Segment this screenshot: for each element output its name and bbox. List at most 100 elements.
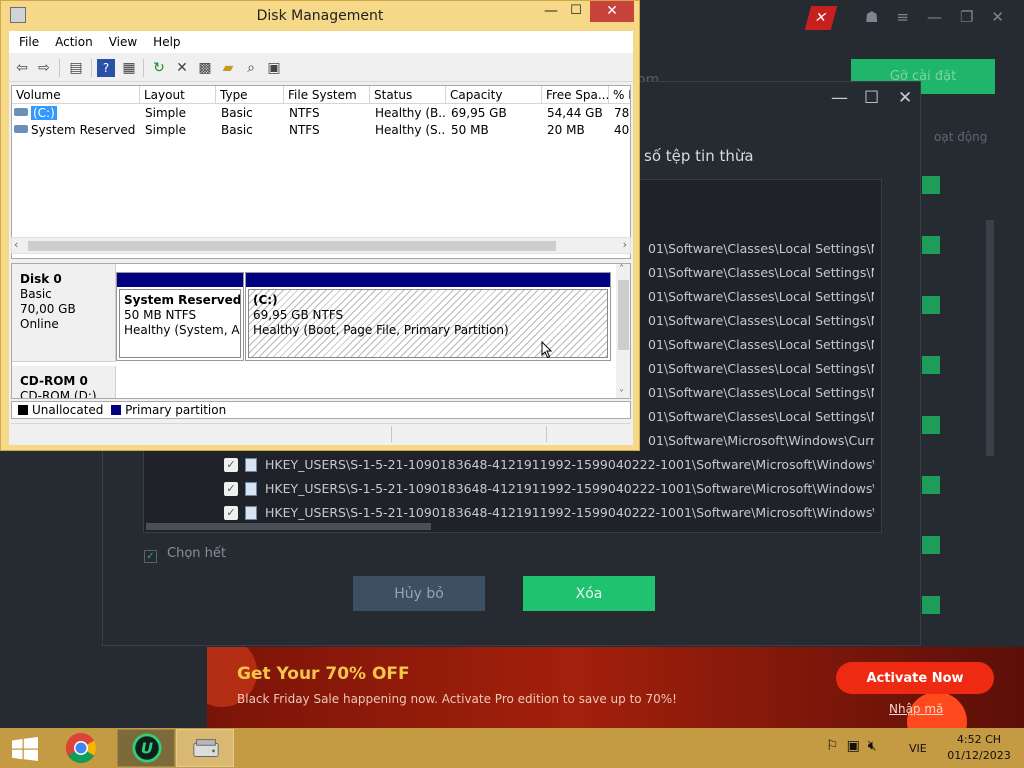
window-client-area: File Action View Help ⇦ ⇨ ▤ ? ▦ ↻ ✕ ▩ ▰ …: [9, 31, 633, 445]
list-horizontal-scrollbar[interactable]: [146, 523, 431, 530]
clock[interactable]: 4:52 CH 01/12/2023: [944, 732, 1014, 764]
disk-management-window: Disk Management — ☐ ✕ File Action View H…: [0, 0, 640, 451]
dialog-minimize-icon[interactable]: —: [831, 88, 848, 108]
status-cell: Healthy (B...: [375, 106, 445, 120]
restore-icon[interactable]: ❐: [960, 8, 973, 26]
column-header-type[interactable]: Type: [216, 86, 284, 104]
open-folder-icon[interactable]: ▰: [219, 59, 237, 77]
minimize-icon[interactable]: —: [927, 8, 942, 26]
partition-system-reserved[interactable]: System Reserved 50 MB NTFS Healthy (Syst…: [116, 272, 244, 361]
column-header-volume[interactable]: Volume: [12, 86, 140, 104]
properties-icon[interactable]: ▦: [120, 59, 138, 77]
volume-list-horizontal-scrollbar[interactable]: ‹ ›: [11, 237, 631, 254]
partition-name: (C:): [253, 293, 278, 307]
close-icon[interactable]: ✕: [991, 8, 1004, 26]
back-arrow-icon[interactable]: ⇦: [13, 59, 31, 77]
column-header-free-space[interactable]: Free Spa...: [542, 86, 609, 104]
clock-date: 01/12/2023: [947, 749, 1011, 762]
scroll-left-icon[interactable]: ‹: [14, 238, 18, 251]
background-side-column: oạt động: [912, 90, 1024, 650]
toolbar: ⇦ ⇨ ▤ ? ▦ ↻ ✕ ▩ ▰ ⌕ ▣: [9, 54, 633, 82]
menu-view[interactable]: View: [101, 31, 145, 53]
delete-icon[interactable]: ✕: [173, 59, 191, 77]
partition-c-drive[interactable]: (C:) 69,95 GB NTFS Healthy (Boot, Page F…: [245, 272, 611, 361]
partition-size: 50 MB NTFS: [124, 308, 197, 322]
partition-type-bar: [117, 273, 243, 287]
background-scrollbar[interactable]: [986, 220, 994, 456]
column-header-layout[interactable]: Layout: [140, 86, 216, 104]
disk-0-type: Basic: [20, 287, 52, 301]
status-cell: Healthy (S...: [375, 123, 445, 137]
toolbar-separator: [143, 59, 144, 77]
iobit-taskbar-button[interactable]: U: [117, 729, 175, 767]
partition-size: 69,95 GB NTFS: [253, 308, 344, 322]
menu-file[interactable]: File: [11, 31, 47, 53]
export-icon[interactable]: ▩: [196, 59, 214, 77]
disk-management-icon: [193, 739, 219, 757]
dialog-close-icon[interactable]: ✕: [898, 88, 912, 108]
network-icon[interactable]: ▣: [847, 738, 860, 754]
disk-graphical-view: Disk 0 Basic 70,00 GB Online System Rese…: [11, 263, 631, 399]
settings-icon[interactable]: ▣: [265, 59, 283, 77]
activate-now-button[interactable]: Activate Now: [836, 662, 994, 694]
registry-file-icon: [245, 506, 257, 520]
scroll-down-icon[interactable]: ˅: [619, 389, 624, 398]
search-icon[interactable]: ⌕: [242, 59, 260, 77]
item-checkbox[interactable]: ✓: [224, 458, 238, 472]
select-all-checkbox[interactable]: ✓ Chọn hết: [144, 546, 226, 563]
close-button[interactable]: ✕: [590, 1, 634, 22]
scroll-right-icon[interactable]: ›: [623, 238, 627, 251]
enter-code-link[interactable]: Nhập mã: [889, 702, 943, 716]
scroll-up-icon[interactable]: ˄: [619, 264, 624, 275]
start-icon[interactable]: [12, 737, 38, 761]
list-item[interactable]: ✓ HKEY_USERS\S-1-5-21-1090183648-4121911…: [144, 477, 874, 501]
menu-action[interactable]: Action: [47, 31, 101, 53]
type-cell: Basic: [221, 123, 253, 137]
disk-0-info[interactable]: Disk 0 Basic 70,00 GB Online: [12, 264, 116, 362]
chrome-taskbar-button[interactable]: [52, 729, 110, 767]
scrollbar-thumb[interactable]: [28, 241, 556, 251]
forward-arrow-icon[interactable]: ⇨: [35, 59, 53, 77]
column-header-capacity[interactable]: Capacity: [446, 86, 542, 104]
filesystem-cell: NTFS: [289, 106, 320, 120]
action-center-flag-icon[interactable]: ⚐: [826, 738, 839, 754]
column-header-percent-free[interactable]: % F: [609, 86, 630, 104]
volume-name: (C:): [31, 106, 57, 120]
column-header-status[interactable]: Status: [370, 86, 446, 104]
minimize-button[interactable]: —: [538, 3, 564, 23]
help-icon[interactable]: ?: [97, 59, 115, 77]
volume-muted-icon[interactable]: 🔇︎: [868, 738, 877, 754]
refresh-icon[interactable]: ↻: [150, 59, 168, 77]
skin-icon[interactable]: ☗: [865, 8, 878, 26]
maximize-button[interactable]: ☐: [564, 3, 588, 23]
graphical-view-vertical-scrollbar[interactable]: ˄ ˅: [616, 264, 630, 398]
scrollbar-thumb[interactable]: [618, 280, 629, 350]
item-checkbox[interactable]: ✓: [224, 482, 238, 496]
delete-button[interactable]: Xóa: [523, 576, 655, 611]
item-checkbox[interactable]: ✓: [224, 506, 238, 520]
column-header-filesystem[interactable]: File System: [284, 86, 370, 104]
disk-management-taskbar-button[interactable]: [176, 729, 234, 767]
status-square-icon: [922, 236, 940, 254]
input-language-indicator[interactable]: VIE: [909, 742, 927, 755]
console-tree-icon[interactable]: ▤: [67, 59, 85, 77]
volume-icon: [14, 125, 28, 133]
taskbar: U ⚐ ▣ 🔇︎ VIE 4:52 CH 01/12/2023: [0, 728, 1024, 768]
cdrom-0-info[interactable]: CD-ROM 0 CD-ROM (D:): [12, 366, 116, 399]
menu-icon[interactable]: ≡: [896, 8, 909, 26]
status-square-icon: [922, 596, 940, 614]
primary-partition-swatch: [111, 405, 122, 415]
partition-status: Healthy (System, Acti: [124, 323, 240, 337]
cdrom-drive: CD-ROM (D:): [20, 389, 97, 399]
activity-label: oạt động: [934, 130, 988, 144]
dialog-maximize-icon[interactable]: ☐: [864, 88, 879, 108]
registry-file-icon: [245, 458, 257, 472]
list-item[interactable]: ✓ HKEY_USERS\S-1-5-21-1090183648-4121911…: [144, 453, 874, 477]
type-cell: Basic: [221, 106, 253, 120]
checkmark-icon[interactable]: ✓: [144, 550, 157, 563]
window-titlebar[interactable]: Disk Management — ☐ ✕: [1, 1, 639, 31]
list-item[interactable]: ✓ HKEY_USERS\S-1-5-21-1090183648-4121911…: [144, 501, 874, 525]
cancel-button[interactable]: Hủy bỏ: [353, 576, 485, 611]
volume-name: System Reserved: [31, 123, 136, 137]
menu-help[interactable]: Help: [145, 31, 188, 53]
